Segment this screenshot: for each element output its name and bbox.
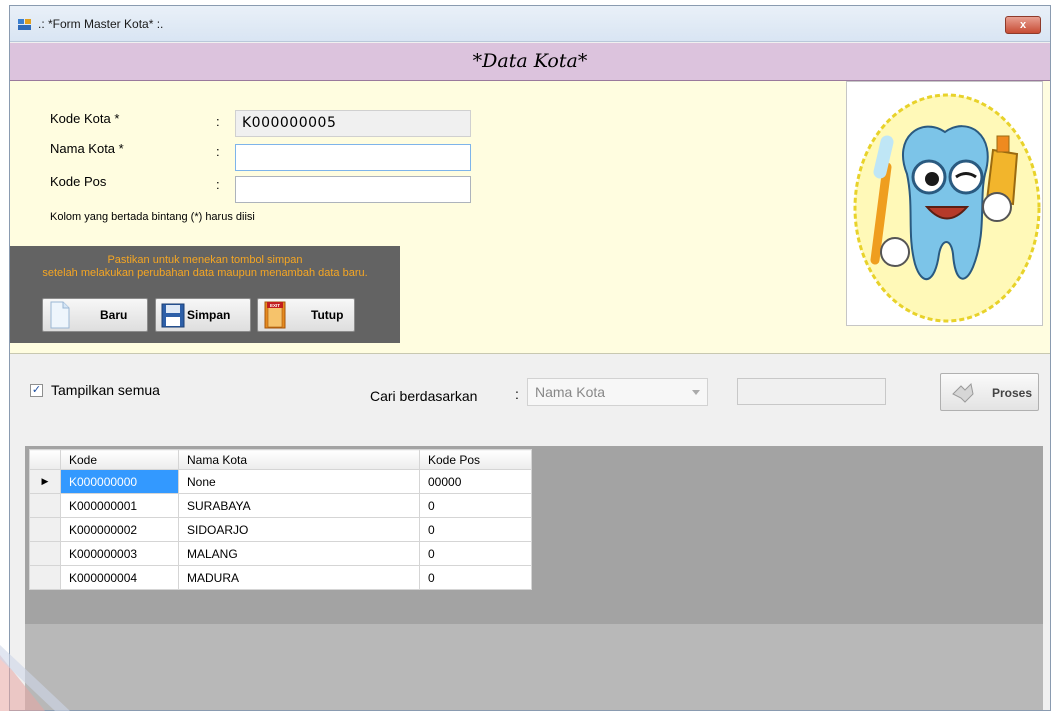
save-reminder-line1: Pastikan untuk menekan tombol simpan <box>107 254 303 266</box>
baru-label: Baru <box>100 308 128 322</box>
column-header-nama-kota[interactable]: Nama Kota <box>178 449 420 470</box>
row-header[interactable] <box>29 517 61 542</box>
nama-kota-label: Nama Kota * <box>50 141 124 156</box>
tampilkan-semua-label[interactable]: Tampilkan semua <box>51 382 160 398</box>
title-bar[interactable]: .: *Form Master Kota* :. x <box>10 6 1050 42</box>
tutup-label: Tutup <box>311 308 344 322</box>
table-row[interactable]: K000000001 SURABAYA 0 <box>29 493 532 518</box>
save-reminder: Pastikan untuk menekan tombol simpan set… <box>10 254 400 280</box>
app-icon <box>18 19 31 30</box>
cell-kode-pos[interactable]: 0 <box>419 565 532 590</box>
cell-kode-pos[interactable]: 0 <box>419 517 532 542</box>
chevron-down-icon <box>692 390 700 395</box>
page-title: *Data Kota* <box>10 43 1050 81</box>
search-field-value: Nama Kota <box>535 384 606 400</box>
proses-icon <box>952 382 974 403</box>
kode-pos-colon: : <box>216 177 220 192</box>
table-row[interactable]: K000000002 SIDOARJO 0 <box>29 517 532 542</box>
save-disk-icon <box>161 303 185 328</box>
kode-kota-label: Kode Kota * <box>50 111 120 126</box>
column-header-kode[interactable]: Kode <box>60 449 179 470</box>
simpan-label: Simpan <box>187 308 231 322</box>
row-header[interactable] <box>29 493 61 518</box>
kode-pos-input[interactable] <box>235 176 471 203</box>
table-row[interactable]: K000000004 MADURA 0 <box>29 565 532 590</box>
simpan-button[interactable]: Simpan <box>155 298 251 332</box>
cell-kode[interactable]: K000000004 <box>60 565 179 590</box>
nama-kota-input[interactable] <box>235 144 471 171</box>
row-header[interactable] <box>29 541 61 566</box>
close-icon: x <box>1019 19 1027 31</box>
exit-sign-text: EXIT <box>270 303 280 308</box>
nama-kota-colon: : <box>216 144 220 159</box>
column-header-kode-pos[interactable]: Kode Pos <box>419 449 532 470</box>
row-header[interactable] <box>29 565 61 590</box>
action-panel: Pastikan untuk menekan tombol simpan set… <box>10 246 400 343</box>
corner-watermark <box>0 645 70 711</box>
cell-kode-pos[interactable]: 00000 <box>419 469 532 494</box>
cell-kode[interactable]: K000000003 <box>60 541 179 566</box>
search-field-select[interactable]: Nama Kota <box>527 378 708 406</box>
tampilkan-semua-checkbox[interactable]: ✓ <box>30 384 43 397</box>
table-row[interactable]: K000000003 MALANG 0 <box>29 541 532 566</box>
cell-kode[interactable]: K000000000 <box>60 469 179 494</box>
window-title: .: *Form Master Kota* :. <box>38 17 164 31</box>
tutup-button[interactable]: EXIT Tutup <box>257 298 355 332</box>
cell-nama-kota[interactable]: SIDOARJO <box>178 517 420 542</box>
table-header-row: Kode Nama Kota Kode Pos <box>29 449 532 470</box>
row-header-corner <box>29 449 61 470</box>
form-window: .: *Form Master Kota* :. x *Data Kota* K… <box>9 5 1051 711</box>
proses-button[interactable]: Proses <box>940 373 1039 411</box>
cari-berdasarkan-label: Cari berdasarkan <box>370 388 478 404</box>
proses-label: Proses <box>992 386 1033 400</box>
new-file-icon <box>50 301 70 329</box>
cell-nama-kota[interactable]: None <box>178 469 420 494</box>
kode-kota-colon: : <box>216 114 220 129</box>
required-note: Kolom yang bertada bintang (*) harus dii… <box>50 211 255 223</box>
cell-nama-kota[interactable]: MADURA <box>178 565 420 590</box>
kota-table: Kode Nama Kota Kode Pos ▶ K000000000 Non… <box>29 449 532 590</box>
baru-button[interactable]: Baru <box>42 298 148 332</box>
kode-pos-label: Kode Pos <box>50 174 107 189</box>
tooth-mascot-icon <box>853 93 1041 323</box>
cell-nama-kota[interactable]: MALANG <box>178 541 420 566</box>
tooth-mascot-logo <box>846 81 1043 326</box>
data-grid: Kode Nama Kota Kode Pos ▶ K000000000 Non… <box>25 446 1043 710</box>
current-row-indicator-icon[interactable]: ▶ <box>29 469 61 494</box>
search-input[interactable] <box>737 378 886 405</box>
cell-kode[interactable]: K000000001 <box>60 493 179 518</box>
cari-berdasarkan-colon: : <box>515 386 519 402</box>
exit-door-icon: EXIT <box>264 301 286 329</box>
cell-kode-pos[interactable]: 0 <box>419 541 532 566</box>
cell-nama-kota[interactable]: SURABAYA <box>178 493 420 518</box>
close-button[interactable]: x <box>1005 16 1041 34</box>
cell-kode-pos[interactable]: 0 <box>419 493 532 518</box>
cell-kode[interactable]: K000000002 <box>60 517 179 542</box>
kode-kota-field: K000000005 <box>235 110 471 137</box>
save-reminder-line2: setelah melakukan perubahan data maupun … <box>42 267 368 279</box>
table-row[interactable]: ▶ K000000000 None 00000 <box>29 469 532 494</box>
